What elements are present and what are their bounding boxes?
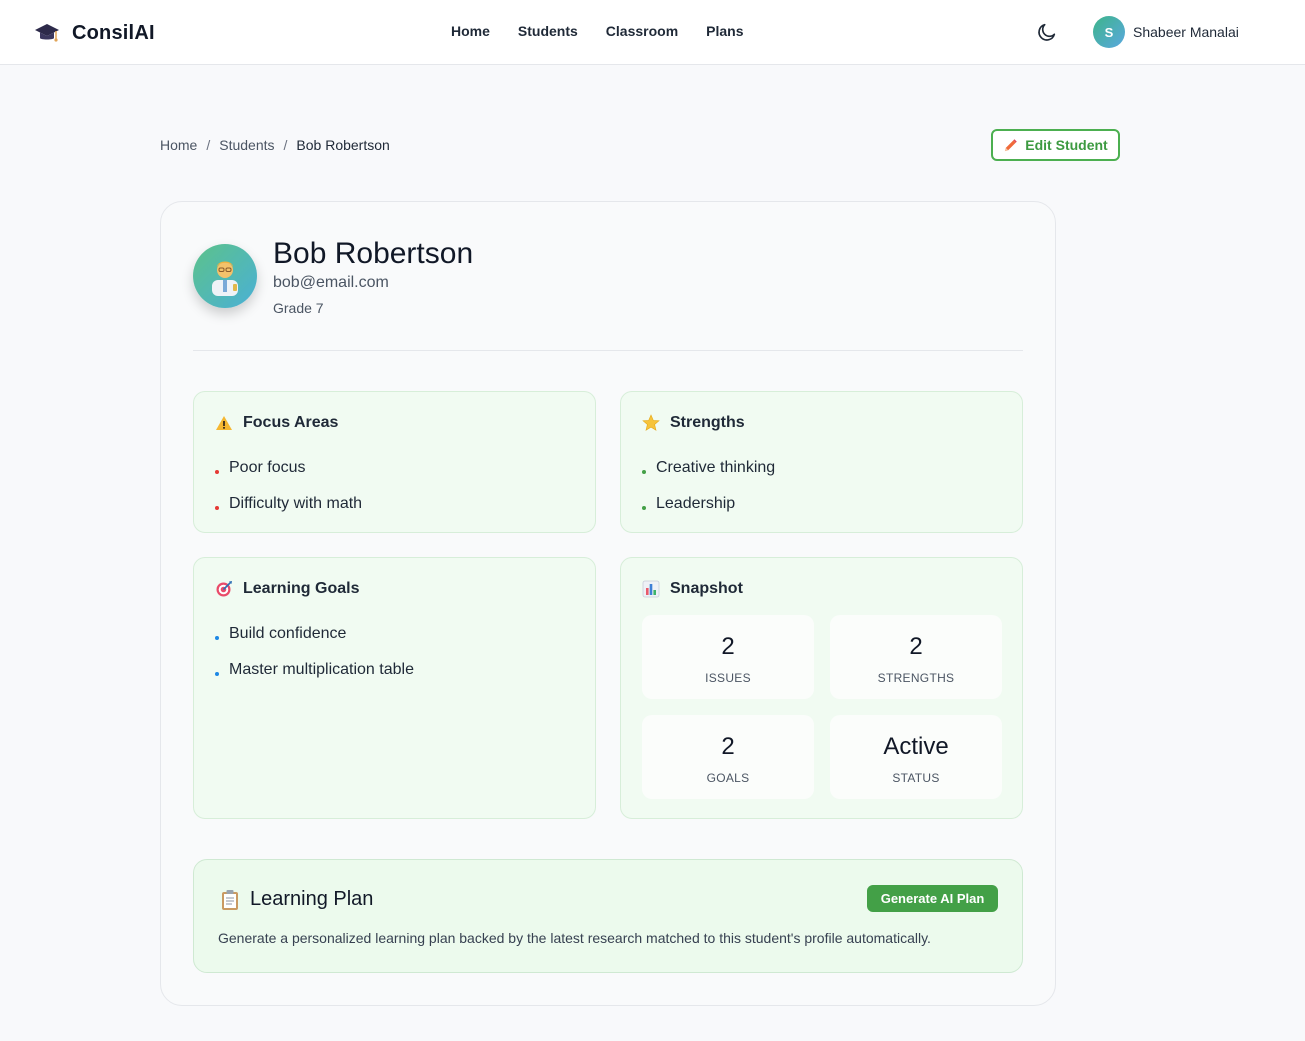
nav-classroom[interactable]: Classroom bbox=[606, 23, 678, 39]
strength-text: Creative thinking bbox=[656, 459, 776, 476]
stat-label: STATUS bbox=[892, 771, 940, 785]
focus-areas-title: Focus Areas bbox=[215, 414, 338, 432]
strengths-title: Strengths bbox=[642, 414, 745, 432]
stat-issues: 2 ISSUES bbox=[642, 615, 814, 699]
learning-goals-heading: Learning Goals bbox=[243, 580, 360, 597]
stat-value: 2 bbox=[909, 633, 923, 660]
bullet-dot bbox=[642, 470, 646, 474]
generate-ai-plan-button[interactable]: Generate AI Plan bbox=[867, 885, 998, 912]
learning-goals-list: Build confidence Master multiplication t… bbox=[215, 616, 414, 688]
user-avatar: S bbox=[1093, 16, 1125, 48]
divider bbox=[193, 350, 1023, 351]
nav-students[interactable]: Students bbox=[518, 23, 578, 39]
nav-plans[interactable]: Plans bbox=[706, 23, 743, 39]
learning-plan-description: Generate a personalized learning plan ba… bbox=[218, 930, 931, 946]
list-item: Leadership bbox=[642, 486, 775, 522]
list-item: Poor focus bbox=[215, 450, 362, 486]
nav-home[interactable]: Home bbox=[451, 23, 490, 39]
moon-icon[interactable] bbox=[1036, 21, 1058, 43]
breadcrumb-students[interactable]: Students bbox=[219, 137, 274, 153]
breadcrumb-separator: / bbox=[206, 137, 211, 153]
clipboard-icon bbox=[222, 889, 238, 910]
learning-goals-panel: Learning Goals Build confidence Master m… bbox=[193, 557, 596, 819]
student-avatar-icon bbox=[212, 261, 238, 296]
stat-value: 2 bbox=[721, 633, 735, 660]
warning-icon bbox=[216, 416, 232, 430]
student-grade: Grade 7 bbox=[273, 300, 324, 316]
focus-areas-panel: Focus Areas Poor focus Difficulty with m… bbox=[193, 391, 596, 533]
brand[interactable]: ConsilAI bbox=[34, 20, 155, 46]
goal-text: Master multiplication table bbox=[229, 661, 414, 678]
learning-plan-heading: Learning Plan bbox=[250, 888, 374, 910]
focus-area-text: Poor focus bbox=[229, 459, 306, 476]
bullet-dot bbox=[215, 470, 219, 474]
graduation-cap-icon bbox=[35, 24, 59, 42]
pencil-icon bbox=[1005, 138, 1018, 151]
list-item: Master multiplication table bbox=[215, 652, 414, 688]
bullet-dot bbox=[642, 506, 646, 510]
student-avatar bbox=[193, 244, 257, 308]
strengths-heading: Strengths bbox=[670, 414, 745, 431]
snapshot-title: Snapshot bbox=[642, 580, 743, 598]
stat-label: STRENGTHS bbox=[877, 671, 955, 685]
snapshot-panel: Snapshot 2 ISSUES 2 STRENGTHS 2 GOALS Ac… bbox=[620, 557, 1023, 819]
list-item: Difficulty with math bbox=[215, 486, 362, 522]
top-navbar: ConsilAI Home Students Classroom Plans S… bbox=[0, 0, 1305, 65]
list-item: Build confidence bbox=[215, 616, 414, 652]
breadcrumb-home[interactable]: Home bbox=[160, 137, 197, 153]
stat-value: 2 bbox=[721, 733, 735, 760]
strengths-list: Creative thinking Leadership bbox=[642, 450, 775, 522]
edit-student-label: Edit Student bbox=[1025, 137, 1108, 153]
bullet-dot bbox=[215, 672, 219, 676]
student-profile-card: Bob Robertson bob@email.com Grade 7 Focu… bbox=[160, 201, 1056, 1006]
focus-areas-list: Poor focus Difficulty with math bbox=[215, 450, 362, 522]
bar-chart-icon bbox=[642, 580, 660, 598]
bullet-dot bbox=[215, 636, 219, 640]
breadcrumb-separator: / bbox=[283, 137, 288, 153]
star-icon bbox=[642, 414, 660, 431]
bullet-dot bbox=[215, 506, 219, 510]
focus-areas-heading: Focus Areas bbox=[243, 414, 339, 431]
stat-label: ISSUES bbox=[705, 671, 751, 685]
learning-plan-title: Learning Plan bbox=[220, 888, 373, 911]
breadcrumb-current: Bob Robertson bbox=[296, 137, 390, 153]
goal-text: Build confidence bbox=[229, 625, 347, 642]
stat-value: Active bbox=[883, 733, 949, 760]
stat-strengths: 2 STRENGTHS bbox=[830, 615, 1002, 699]
user-name: Shabeer Manalai bbox=[1133, 24, 1239, 40]
student-email: bob@email.com bbox=[273, 274, 389, 291]
student-name: Bob Robertson bbox=[273, 237, 474, 270]
brand-name: ConsilAI bbox=[72, 21, 155, 44]
main-nav: Home Students Classroom Plans bbox=[451, 23, 772, 39]
snapshot-heading: Snapshot bbox=[670, 580, 743, 597]
stat-status: Active STATUS bbox=[830, 715, 1002, 799]
strengths-panel: Strengths Creative thinking Leadership bbox=[620, 391, 1023, 533]
breadcrumb: Home / Students / Bob Robertson bbox=[160, 137, 390, 153]
learning-plan-panel: Learning Plan Generate AI Plan Generate … bbox=[193, 859, 1023, 973]
strength-text: Leadership bbox=[656, 495, 736, 512]
stat-goals: 2 GOALS bbox=[642, 715, 814, 799]
target-icon bbox=[216, 581, 232, 597]
focus-area-text: Difficulty with math bbox=[229, 495, 363, 512]
learning-goals-title: Learning Goals bbox=[215, 580, 359, 598]
list-item: Creative thinking bbox=[642, 450, 775, 486]
edit-student-button[interactable]: Edit Student bbox=[991, 129, 1120, 161]
user-menu[interactable]: S Shabeer Manalai bbox=[1093, 16, 1239, 48]
stat-label: GOALS bbox=[706, 771, 750, 785]
